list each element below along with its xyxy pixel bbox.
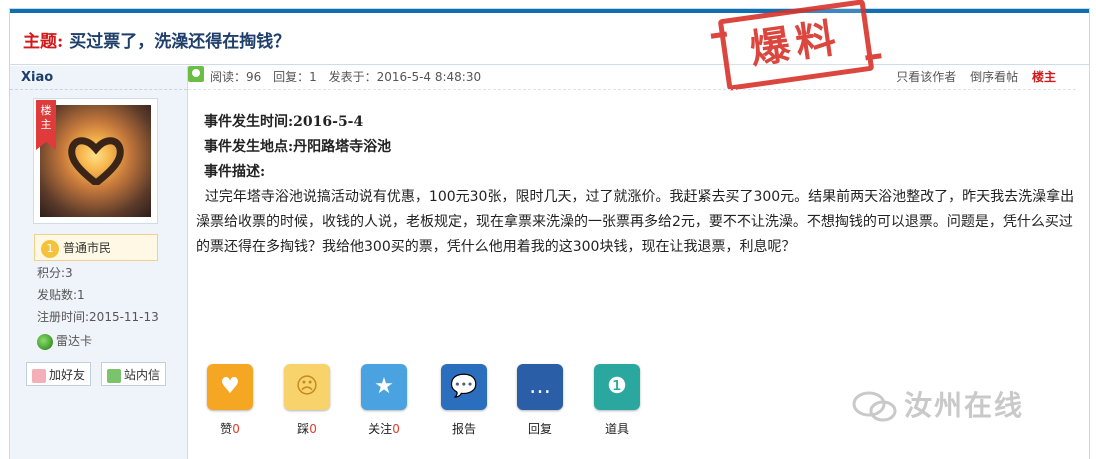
dislike-button[interactable]: ☹ 踩0 bbox=[281, 364, 333, 437]
event-place: 事件发生地点:丹阳路塔寺浴池 bbox=[204, 139, 392, 155]
reply-label: 回复 bbox=[527, 422, 552, 436]
reply-count: 回复：1 bbox=[273, 70, 317, 84]
post-meta-bar: 阅读：96 回复：1 发表于：2016-5-4 8:48:30 只看该作者 倒序… bbox=[188, 64, 1076, 90]
event-time: 事件发生时间:2016-5-4 bbox=[204, 114, 364, 130]
event-description: 过完年塔寺浴池说搞活动说有优惠，100元30张，限时几天，过了就涨价。我赶紧去买… bbox=[196, 189, 1075, 255]
medal-icon: ❶ bbox=[594, 364, 640, 410]
radar-card-icon bbox=[37, 333, 53, 350]
sad-face-icon: ☹ bbox=[284, 364, 330, 410]
heart-hands-icon bbox=[68, 137, 124, 185]
post-stats: 阅读：96 回复：1 发表于：2016-5-4 8:48:30 bbox=[210, 68, 489, 85]
event-desc-label: 事件描述: bbox=[204, 164, 266, 180]
like-label: 赞 bbox=[220, 422, 233, 436]
thread-title-bar: 主题: 买过票了，洗澡还得在掏钱？ 爆料 bbox=[10, 0, 1089, 91]
author-bar: Xiao bbox=[10, 66, 187, 90]
floor-owner-ribbon: 楼主 bbox=[36, 100, 56, 150]
props-label: 道具 bbox=[604, 422, 629, 436]
register-date: 注册时间:2015-11-13 bbox=[37, 310, 159, 324]
follow-label: 关注 bbox=[368, 422, 393, 436]
thread-title: 主题: 买过票了，洗澡还得在掏钱？ bbox=[23, 27, 290, 52]
message-edit-icon bbox=[107, 368, 121, 383]
follow-button[interactable]: ★ 关注0 bbox=[358, 364, 410, 437]
report-button[interactable]: 💬 报告 bbox=[438, 364, 490, 437]
rank-star-icon: 1 bbox=[41, 239, 59, 258]
add-friend-button[interactable]: 加好友 bbox=[26, 362, 92, 386]
posts-stat: 发贴数:1 bbox=[37, 288, 85, 302]
title-prefix: 主题: bbox=[23, 32, 64, 52]
view-count: 阅读：96 bbox=[210, 70, 262, 84]
person-add-icon bbox=[32, 368, 46, 383]
reverse-order-link[interactable]: 倒序看帖 bbox=[970, 70, 1018, 84]
radar-card[interactable]: 雷达卡 bbox=[37, 332, 92, 350]
like-count: 0 bbox=[232, 422, 240, 436]
site-watermark: 汝州在线 bbox=[852, 384, 1024, 424]
send-message-label: 站内信 bbox=[124, 368, 161, 382]
wechat-icon bbox=[852, 391, 898, 423]
author-name[interactable]: Xiao bbox=[21, 70, 53, 85]
rank-badge: 1 普通市民 bbox=[34, 234, 158, 261]
only-author-link[interactable]: 只看该作者 bbox=[896, 70, 956, 84]
props-button[interactable]: ❶ 道具 bbox=[591, 364, 643, 437]
floor-label[interactable]: 楼主 bbox=[1032, 70, 1056, 84]
rank-label: 普通市民 bbox=[63, 241, 112, 255]
add-friend-label: 加好友 bbox=[49, 368, 86, 382]
title-text: 买过票了，洗澡还得在掏钱？ bbox=[69, 32, 291, 52]
reply-bubble-icon: … bbox=[517, 364, 563, 410]
radar-card-label: 雷达卡 bbox=[56, 334, 93, 348]
avatar-image bbox=[40, 105, 151, 217]
like-button[interactable]: ♥ 赞0 bbox=[204, 364, 256, 437]
star-icon: ★ bbox=[361, 364, 407, 410]
heart-icon: ♥ bbox=[207, 364, 253, 410]
user-icon bbox=[188, 66, 204, 82]
watermark-text: 汝州在线 bbox=[904, 389, 1025, 422]
post-tools: 只看该作者 倒序看帖 楼主 bbox=[886, 68, 1056, 85]
follow-count: 0 bbox=[392, 422, 400, 436]
post-date: 发表于：2016-5-4 8:48:30 bbox=[328, 70, 482, 84]
dislike-count: 0 bbox=[309, 422, 317, 436]
reply-button[interactable]: … 回复 bbox=[514, 364, 566, 437]
send-message-button[interactable]: 站内信 bbox=[101, 362, 167, 386]
dislike-label: 踩 bbox=[297, 422, 310, 436]
post-body: 事件发生时间:2016-5-4 事件发生地点:丹阳路塔寺浴池 事件描述: 过完年… bbox=[196, 110, 1076, 260]
report-label: 报告 bbox=[451, 422, 476, 436]
chat-bubbles-icon: 💬 bbox=[441, 364, 487, 410]
points-stat: 积分:3 bbox=[37, 266, 73, 280]
